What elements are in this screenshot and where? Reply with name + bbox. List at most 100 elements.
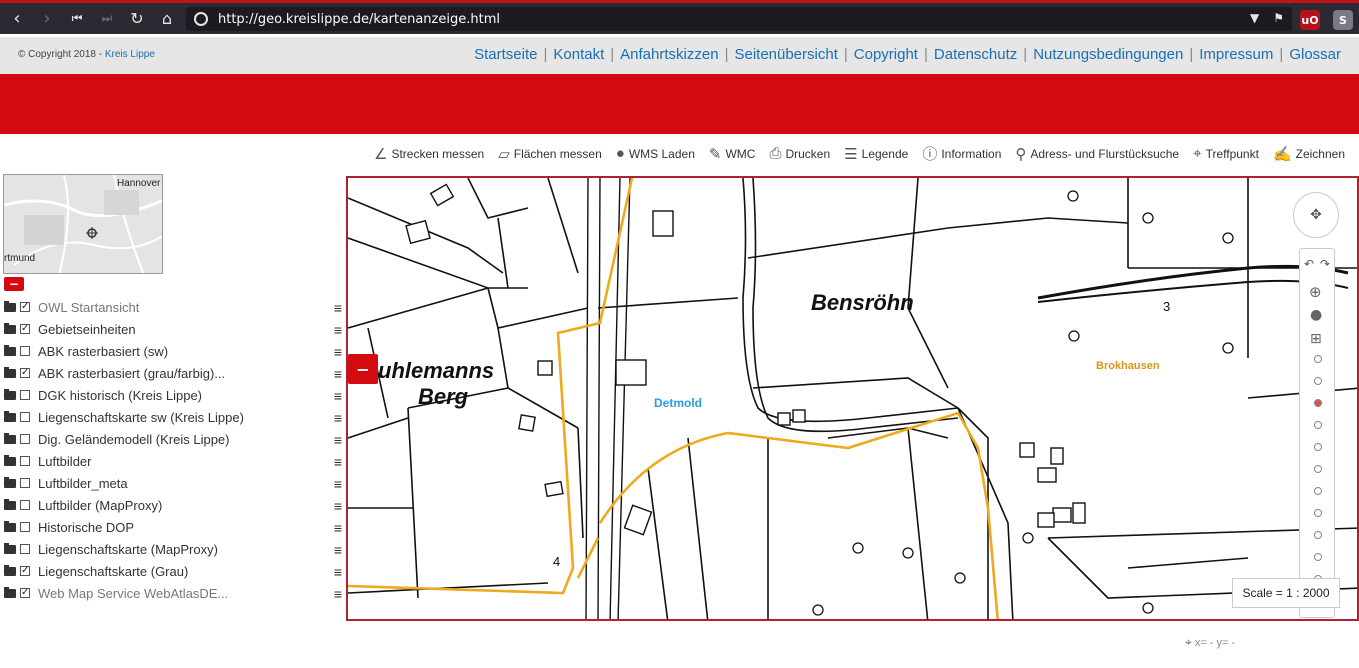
layer-menu-icon[interactable]: ≡ (334, 542, 342, 558)
layer-menu-icon[interactable]: ≡ (334, 300, 342, 316)
layer-checkbox[interactable] (20, 390, 30, 400)
layer-label[interactable]: Luftbilder_meta (38, 476, 128, 491)
top-nav-link-nutzungsbedingungen[interactable]: Nutzungsbedingungen (1033, 46, 1183, 63)
folder-icon[interactable] (4, 454, 16, 466)
reload-icon[interactable]: ↻ (124, 6, 150, 32)
zoom-level-tick[interactable] (1314, 465, 1322, 473)
layer-menu-icon[interactable]: ≡ (334, 322, 342, 338)
layer-menu-icon[interactable]: ≡ (334, 520, 342, 536)
zoom-level-tick[interactable] (1314, 531, 1322, 539)
tool-drucken[interactable]: ⎙ Drucken (769, 143, 830, 164)
folder-icon[interactable] (4, 498, 16, 510)
folder-icon[interactable] (4, 410, 16, 422)
zoom-slider[interactable] (1313, 355, 1323, 595)
layer-checkbox[interactable] (20, 478, 30, 488)
zoom-level-tick[interactable] (1314, 377, 1322, 385)
layer-menu-icon[interactable]: ≡ (334, 586, 342, 602)
folder-icon[interactable] (4, 564, 16, 576)
skip-back-icon[interactable]: ⏮ (64, 6, 90, 32)
folder-icon[interactable] (4, 520, 16, 532)
zoom-in-icon[interactable]: ⊕ (1309, 283, 1322, 301)
forward-icon[interactable]: › (34, 6, 60, 32)
scale-display[interactable]: Scale = 1 : 2000 (1232, 578, 1340, 608)
layer-label[interactable]: OWL Startansicht (38, 300, 139, 315)
folder-icon[interactable] (4, 476, 16, 488)
bookmark-icon[interactable]: ⚑ (1273, 11, 1284, 25)
layer-checkbox[interactable]: ✓ (20, 368, 30, 378)
top-nav-link-glossar[interactable]: Glossar (1289, 46, 1341, 63)
folder-icon[interactable] (4, 586, 16, 598)
zoom-level-tick[interactable] (1314, 509, 1322, 517)
folder-icon[interactable] (4, 322, 16, 334)
collapse-overview-button[interactable]: − (4, 277, 24, 291)
layer-checkbox[interactable] (20, 544, 30, 554)
zoom-level-tick[interactable] (1314, 553, 1322, 561)
collapse-layer-panel-button[interactable]: − (348, 354, 378, 384)
tool-wms-laden[interactable]: ● WMS Laden (616, 143, 695, 164)
layer-menu-icon[interactable]: ≡ (334, 476, 342, 492)
skip-forward-icon[interactable]: ⏭ (94, 6, 120, 32)
layer-menu-icon[interactable]: ≡ (334, 564, 342, 580)
layer-checkbox[interactable]: ✓ (20, 302, 30, 312)
layer-label[interactable]: ABK rasterbasiert (grau/farbig)... (38, 366, 225, 381)
layer-checkbox[interactable] (20, 456, 30, 466)
top-nav-link-copyright[interactable]: Copyright (854, 46, 918, 63)
layer-checkbox[interactable]: ✓ (20, 566, 30, 576)
layer-menu-icon[interactable]: ≡ (334, 410, 342, 426)
layer-label[interactable]: Luftbilder (MapProxy) (38, 498, 162, 513)
tool-treffpunkt[interactable]: ⌖ Treffpunkt (1193, 143, 1259, 164)
top-nav-link-anfahrtskizzen[interactable]: Anfahrtskizzen (620, 46, 718, 63)
tool-adress-und-flurst-cksuche[interactable]: ⚲ Adress- und Flurstücksuche (1015, 143, 1179, 164)
zoom-level-tick[interactable] (1314, 487, 1322, 495)
layer-checkbox[interactable] (20, 412, 30, 422)
back-icon[interactable]: ‹ (4, 6, 30, 32)
layer-checkbox[interactable] (20, 522, 30, 532)
layer-label[interactable]: Web Map Service WebAtlasDE... (38, 586, 228, 601)
tool-legende[interactable]: ☰ Legende (844, 143, 908, 164)
top-nav-link-seiten-bersicht[interactable]: Seitenübersicht (734, 46, 837, 63)
zoom-level-tick[interactable] (1314, 355, 1322, 363)
undo-icon[interactable]: ↶ (1304, 257, 1314, 271)
layer-checkbox[interactable] (20, 500, 30, 510)
layer-checkbox[interactable] (20, 346, 30, 356)
layer-label[interactable]: Historische DOP (38, 520, 134, 535)
tool-zeichnen[interactable]: ✍ Zeichnen (1273, 143, 1345, 164)
layer-menu-icon[interactable]: ≡ (334, 388, 342, 404)
layer-checkbox[interactable] (20, 434, 30, 444)
layer-label[interactable]: Luftbilder (38, 454, 91, 469)
zoom-level-tick[interactable] (1314, 421, 1322, 429)
tool-fl-chen-messen[interactable]: ▱ Flächen messen (498, 143, 602, 164)
zoom-level-handle[interactable] (1314, 399, 1322, 407)
layer-label[interactable]: Liegenschaftskarte (MapProxy) (38, 542, 218, 557)
top-nav-link-datenschutz[interactable]: Datenschutz (934, 46, 1017, 63)
layer-label[interactable]: Liegenschaftskarte (Grau) (38, 564, 188, 579)
folder-icon[interactable] (4, 366, 16, 378)
layer-label[interactable]: ABK rasterbasiert (sw) (38, 344, 168, 359)
pan-control[interactable]: ✥ (1293, 192, 1339, 238)
address-bar[interactable]: http://geo.kreislippe.de/kartenanzeige.h… (186, 7, 1292, 31)
zoom-box-icon[interactable]: ⊞ (1310, 331, 1322, 347)
layer-checkbox[interactable]: ✓ (20, 324, 30, 334)
layer-label[interactable]: DGK historisch (Kreis Lippe) (38, 388, 202, 403)
extension-s-icon[interactable]: S (1333, 10, 1353, 30)
dropdown-icon[interactable]: ▼ (1250, 11, 1259, 25)
zoom-world-icon[interactable]: ● (1310, 307, 1322, 323)
layer-menu-icon[interactable]: ≡ (334, 432, 342, 448)
kreis-lippe-link[interactable]: Kreis Lippe (105, 49, 155, 60)
redo-icon[interactable]: ↷ (1320, 257, 1330, 271)
folder-icon[interactable] (4, 344, 16, 356)
tool-strecken-messen[interactable]: ∠ Strecken messen (374, 143, 484, 164)
ublock-icon[interactable]: uO (1300, 10, 1320, 30)
layer-label[interactable]: Gebietseinheiten (38, 322, 136, 337)
zoom-level-tick[interactable] (1314, 443, 1322, 451)
site-info-icon[interactable] (194, 12, 208, 26)
overview-map[interactable]: Hannover rtmund (3, 174, 163, 274)
folder-icon[interactable] (4, 300, 16, 312)
layer-label[interactable]: Liegenschaftskarte sw (Kreis Lippe) (38, 410, 244, 425)
tool-information[interactable]: ⓘ Information (922, 143, 1001, 164)
layer-menu-icon[interactable]: ≡ (334, 498, 342, 514)
layer-label[interactable]: Dig. Geländemodell (Kreis Lippe) (38, 432, 229, 447)
folder-icon[interactable] (4, 432, 16, 444)
tool-wmc[interactable]: ✎ WMC (709, 143, 756, 164)
top-nav-link-startseite[interactable]: Startseite (474, 46, 537, 63)
